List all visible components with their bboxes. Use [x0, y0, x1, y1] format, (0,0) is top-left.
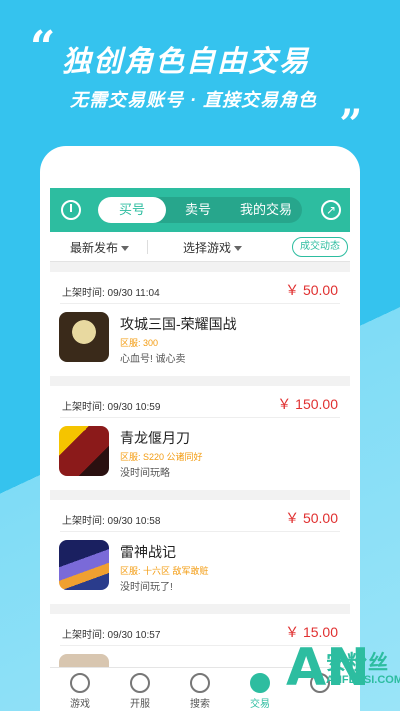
- nav-label: 搜索: [190, 699, 210, 710]
- sort-dropdown[interactable]: 最新发布: [70, 239, 130, 256]
- listing-desc: 没时间玩了!: [120, 582, 173, 593]
- divider: [147, 240, 148, 254]
- nav-trade[interactable]: 交易: [230, 668, 290, 711]
- listing-time: 上架时间: 09/30 10:58: [62, 516, 161, 527]
- listing-time: 上架时间: 09/30 10:57: [62, 630, 161, 641]
- nav-label: 开服: [130, 699, 150, 710]
- nav-label: 游戏: [70, 699, 90, 710]
- tab-buy[interactable]: 买号: [98, 197, 166, 223]
- game-label: 选择游戏: [183, 241, 232, 255]
- clock-icon[interactable]: [61, 200, 81, 220]
- listing-card[interactable]: 上架时间: 09/30 10:59 ￥ 150.00 青龙偃月刀 区服: S22…: [50, 386, 350, 490]
- nav-server-open[interactable]: 开服: [110, 668, 170, 711]
- listing-time: 上架时间: 09/30 10:59: [62, 402, 161, 413]
- tab-sell[interactable]: 卖号: [166, 197, 230, 223]
- promo-headline: 独创角色自由交易: [62, 46, 311, 78]
- tab-group: 买号 卖号 我的交易: [98, 197, 302, 223]
- top-bar: 买号 卖号 我的交易 ↗: [50, 188, 350, 232]
- filter-bar: 最新发布 选择游戏 成交动态: [50, 232, 350, 262]
- listing-card[interactable]: 上架时间: 09/30 11:04 ￥ 50.00 攻城三国-荣耀国战 区服: …: [50, 272, 350, 376]
- game-thumbnail: [59, 540, 109, 590]
- sort-label: 最新发布: [70, 241, 119, 255]
- promo-subline: 无需交易账号 · 直接交易角色: [70, 90, 317, 110]
- listing-title: 青龙偃月刀: [120, 430, 190, 446]
- open-quote: “: [30, 22, 56, 73]
- listing-price: ￥ 50.00: [285, 282, 338, 298]
- listing-desc: 心血号! 诚心卖: [120, 354, 186, 365]
- promo-banner: “ 独创角色自由交易 无需交易账号 · 直接交易角色 „: [0, 0, 400, 130]
- caret-down-icon: [121, 246, 130, 252]
- watermark: AN 安粉丝 ANFENSI.COM: [286, 636, 400, 711]
- deal-activity-button[interactable]: 成交动态: [292, 237, 348, 257]
- caret-down-icon: [234, 246, 243, 252]
- pacman-icon: [70, 673, 90, 693]
- listing-server: 区服: S220 公诸同好: [120, 452, 203, 462]
- divider: [60, 303, 340, 304]
- watermark-cn: 安粉丝: [326, 652, 389, 674]
- tab-my-trades[interactable]: 我的交易: [230, 197, 302, 223]
- watermark-en: ANFENSI.COM: [326, 674, 400, 686]
- listing-title: 雷神战记: [120, 544, 176, 560]
- game-thumbnail: [59, 312, 109, 362]
- listing-time: 上架时间: 09/30 11:04: [62, 288, 160, 299]
- listing-price: ￥ 50.00: [285, 510, 338, 526]
- divider: [60, 417, 340, 418]
- search-icon: [190, 673, 210, 693]
- listing-desc: 没时间玩略: [120, 468, 170, 479]
- nav-games[interactable]: 游戏: [50, 668, 110, 711]
- close-quote: „: [340, 78, 364, 125]
- listing-price: ￥ 150.00: [277, 396, 338, 412]
- share-icon[interactable]: ↗: [321, 200, 341, 220]
- listing-title: 攻城三国-荣耀国战: [120, 316, 237, 332]
- list-icon: [130, 673, 150, 693]
- game-thumbnail: [59, 426, 109, 476]
- app-screen: 买号 卖号 我的交易 ↗ 最新发布 选择游戏 成交动态 上架时间: 09/30 …: [50, 188, 350, 711]
- nav-search[interactable]: 搜索: [170, 668, 230, 711]
- game-dropdown[interactable]: 选择游戏: [183, 239, 243, 256]
- listing-server: 区服: 300: [120, 338, 159, 348]
- listing-server: 区服: 十六区 敌军敢赃: [120, 566, 209, 576]
- trade-icon: [250, 673, 270, 693]
- nav-label: 交易: [250, 699, 270, 710]
- listing-card[interactable]: 上架时间: 09/30 10:58 ￥ 50.00 雷神战记 区服: 十六区 敌…: [50, 500, 350, 604]
- divider: [60, 531, 340, 532]
